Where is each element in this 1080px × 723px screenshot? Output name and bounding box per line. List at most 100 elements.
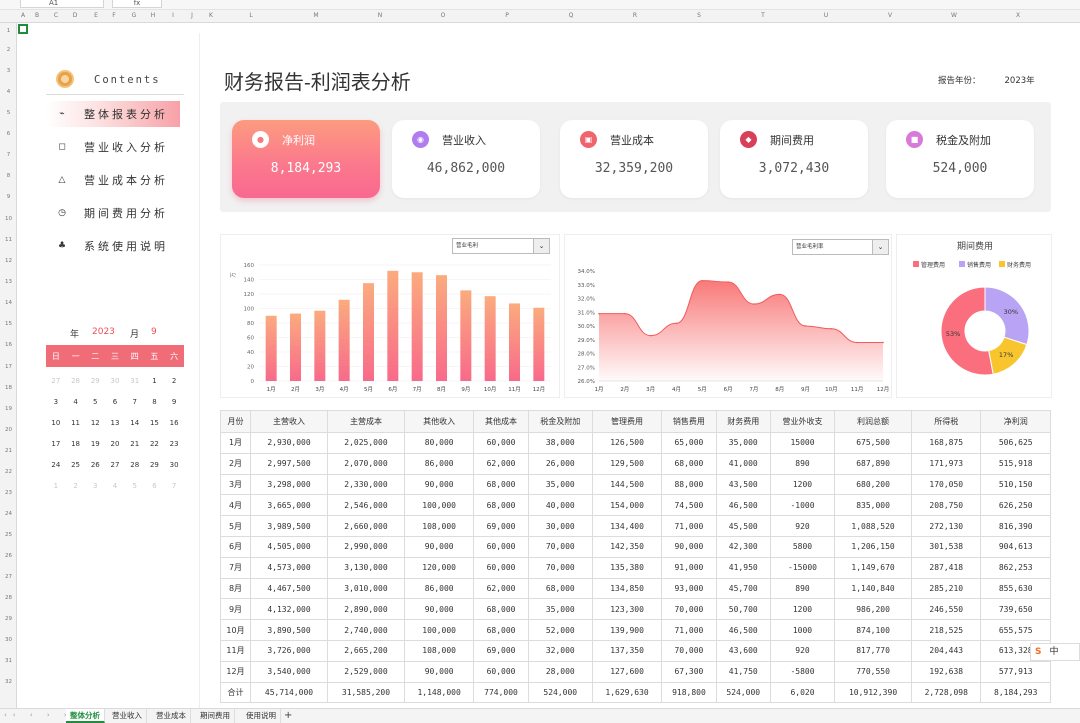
table-cell[interactable]: 60,000 [473, 432, 529, 454]
table-cell[interactable]: 774,000 [473, 681, 529, 704]
table-cell[interactable]: 577,913 [980, 660, 1051, 683]
column-header[interactable]: D [73, 12, 78, 19]
table-cell[interactable]: 100,000 [403, 619, 475, 641]
table-cell[interactable]: 10月 [219, 619, 252, 641]
table-row[interactable]: 10月 3,890,500 2,740,000 100,000 68,000 52,000… [219, 619, 1051, 641]
table-row[interactable]: 8月 4,467,500 3,010,000 86,000 62,000 68,000 13… [219, 577, 1051, 600]
row-header[interactable]: 21 [0, 448, 17, 454]
bar[interactable] [460, 290, 472, 381]
calendar-day[interactable]: 7 [164, 482, 184, 490]
table-cell[interactable]: -5800 [769, 660, 836, 683]
table-cell[interactable]: 2,070,000 [326, 452, 405, 475]
table-cell[interactable]: 86,000 [403, 577, 475, 600]
table-cell[interactable]: 60,000 [473, 660, 529, 683]
calendar-day[interactable]: 18 [66, 440, 86, 448]
table-cell[interactable]: 3,298,000 [250, 473, 328, 496]
ime-toolbar[interactable]: S中 [1030, 643, 1080, 661]
table-cell[interactable]: 986,200 [834, 598, 913, 621]
table-cell[interactable]: 45,714,000 [250, 681, 328, 704]
table-cell[interactable]: 3,890,500 [250, 619, 328, 641]
table-cell[interactable]: 874,100 [834, 619, 913, 641]
column-header[interactable]: C [54, 12, 58, 19]
table-cell[interactable]: 108,000 [403, 639, 475, 662]
add-sheet-button[interactable]: + [284, 709, 292, 723]
table-cell[interactable]: 4月 [219, 494, 252, 517]
column-header-cell[interactable]: 销售费用 [661, 410, 717, 433]
calendar-day[interactable]: 27 [46, 377, 66, 385]
calendar-day[interactable]: 17 [46, 440, 66, 448]
table-row[interactable]: 1月 2,930,000 2,025,000 80,000 60,000 38,000 12… [219, 432, 1051, 454]
table-cell[interactable]: 1,088,520 [834, 515, 913, 537]
column-header-cell[interactable]: 主营成本 [326, 410, 405, 433]
table-cell[interactable]: 515,918 [980, 452, 1051, 475]
table-cell[interactable]: 120,000 [403, 556, 475, 579]
calendar-day[interactable]: 1 [46, 482, 66, 490]
table-cell[interactable]: 3,010,000 [326, 577, 405, 600]
table-row[interactable]: 12月 3,540,000 2,529,000 90,000 60,000 28,000 1… [219, 660, 1051, 683]
table-cell[interactable]: 71,000 [661, 619, 717, 641]
table-cell[interactable]: 43,500 [715, 473, 771, 496]
table-cell[interactable]: 192,638 [911, 660, 982, 683]
column-header[interactable]: K [209, 12, 213, 19]
column-header[interactable]: V [888, 12, 892, 19]
column-header[interactable]: I [172, 12, 174, 19]
table-cell[interactable]: 4,505,000 [250, 535, 328, 558]
calendar-day[interactable]: 5 [125, 482, 145, 490]
table-cell[interactable]: 770,550 [834, 660, 913, 683]
table-cell[interactable]: 合计 [219, 681, 252, 704]
row-header[interactable]: 11 [0, 237, 17, 243]
sidebar-item-2[interactable]: ◻ 营业收入分析 [46, 134, 180, 160]
calendar-day[interactable]: 19 [85, 440, 105, 448]
table-cell[interactable]: 287,418 [911, 556, 982, 579]
table-cell[interactable]: 70,000 [661, 639, 717, 662]
fx-button[interactable]: fx [112, 0, 162, 8]
table-cell[interactable]: 301,538 [911, 535, 982, 558]
table-cell[interactable]: 1,206,150 [834, 535, 913, 558]
table-cell[interactable]: 2,546,000 [326, 494, 405, 517]
kpi-card-2[interactable]: ◉ 营业收入 46,862,000 [392, 120, 540, 198]
calendar-day[interactable]: 4 [105, 482, 125, 490]
table-cell[interactable]: 137,350 [591, 639, 663, 662]
table-cell[interactable]: 285,210 [911, 577, 982, 600]
column-header-cell[interactable]: 所得税 [911, 410, 982, 433]
table-cell[interactable]: 90,000 [403, 660, 475, 683]
table-row[interactable]: 2月 2,997,500 2,070,000 86,000 62,000 26,000 12… [219, 452, 1051, 475]
data-point[interactable] [830, 327, 833, 330]
row-header[interactable]: 30 [0, 637, 17, 643]
table-cell[interactable]: 1月 [219, 432, 252, 454]
calendar-day[interactable]: 16 [164, 419, 184, 427]
table-cell[interactable]: 134,400 [591, 515, 663, 537]
row-header[interactable]: 32 [0, 679, 17, 685]
sheet-tab[interactable]: 营业成本 [152, 709, 191, 723]
column-header-cell[interactable]: 利润总额 [834, 410, 913, 433]
table-cell[interactable]: 1000 [769, 619, 836, 641]
table-cell[interactable]: 68,000 [473, 494, 529, 517]
table-cell[interactable]: 46,500 [715, 619, 771, 641]
row-header[interactable]: 22 [0, 469, 17, 475]
data-point[interactable] [778, 293, 781, 296]
table-cell[interactable]: 3,989,500 [250, 515, 328, 537]
column-header[interactable]: Q [569, 12, 574, 19]
column-header-cell[interactable]: 财务费用 [715, 410, 771, 433]
calendar-day[interactable]: 10 [46, 419, 66, 427]
table-cell[interactable]: 1,140,840 [834, 577, 913, 600]
table-cell[interactable]: 7月 [219, 556, 252, 579]
calendar-day[interactable]: 1 [145, 377, 165, 385]
column-header[interactable]: W [951, 12, 957, 19]
row-header[interactable]: 9 [0, 194, 17, 200]
table-cell[interactable]: 31,585,200 [326, 681, 405, 704]
table-cell[interactable]: 74,500 [661, 494, 717, 517]
bar[interactable] [290, 313, 301, 381]
row-header[interactable]: 1 [0, 28, 17, 34]
bar[interactable] [411, 272, 423, 381]
table-cell[interactable]: 41,750 [715, 660, 771, 683]
calendar-day[interactable]: 14 [125, 419, 145, 427]
table-cell[interactable]: 3,726,000 [250, 639, 328, 662]
table-cell[interactable]: 246,550 [911, 598, 982, 621]
table-cell[interactable]: 100,000 [403, 494, 475, 517]
data-point[interactable] [624, 312, 626, 315]
table-cell[interactable]: 35,000 [527, 473, 593, 496]
column-header[interactable]: O [441, 12, 446, 19]
kpi-card-5[interactable]: ■ 税金及附加 524,000 [886, 120, 1034, 198]
calendar-day[interactable]: 29 [85, 377, 105, 385]
